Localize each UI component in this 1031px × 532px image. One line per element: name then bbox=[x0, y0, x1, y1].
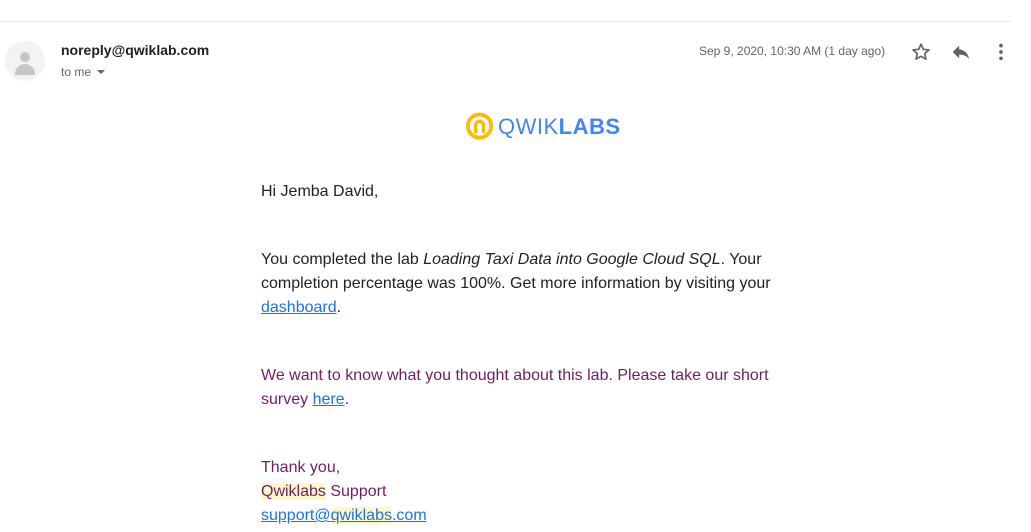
person-icon-head bbox=[20, 52, 30, 62]
recipient-label: to me bbox=[61, 65, 92, 79]
signoff-text: Thank you, bbox=[261, 459, 341, 476]
avatar[interactable] bbox=[5, 41, 45, 81]
signature-name: Qwiklabs Support bbox=[261, 483, 387, 500]
greeting-text: Hi Jemba David, bbox=[261, 183, 379, 200]
star-icon[interactable] bbox=[910, 41, 932, 63]
header-divider bbox=[0, 21, 1012, 22]
recipient-toggle[interactable]: to me bbox=[61, 65, 106, 79]
person-icon-body bbox=[15, 64, 35, 75]
completion-paragraph: You completed the lab Loading Taxi Data … bbox=[261, 251, 771, 316]
dashboard-link[interactable]: dashboard bbox=[261, 299, 337, 316]
support-email-link[interactable]: support@qwiklabs.com bbox=[261, 507, 427, 524]
email-date: Sep 9, 2020, 10:30 AM (1 day ago) bbox=[699, 44, 886, 58]
chevron-down-icon bbox=[97, 70, 106, 74]
sender-address[interactable]: noreply@qwiklab.com bbox=[61, 42, 209, 58]
signature: Thank you, Qwiklabs Support support@qwik… bbox=[261, 456, 791, 528]
reply-icon[interactable] bbox=[950, 41, 972, 63]
qwiklabs-logo-icon bbox=[465, 112, 494, 140]
lab-title: Loading Taxi Data into Google Cloud SQL bbox=[423, 251, 721, 268]
qwiklabs-wordmark: QWIKLABS bbox=[498, 114, 621, 139]
more-vert-icon[interactable] bbox=[990, 41, 1012, 63]
survey-link[interactable]: here bbox=[313, 391, 345, 408]
survey-paragraph: We want to know what you thought about t… bbox=[261, 367, 769, 408]
